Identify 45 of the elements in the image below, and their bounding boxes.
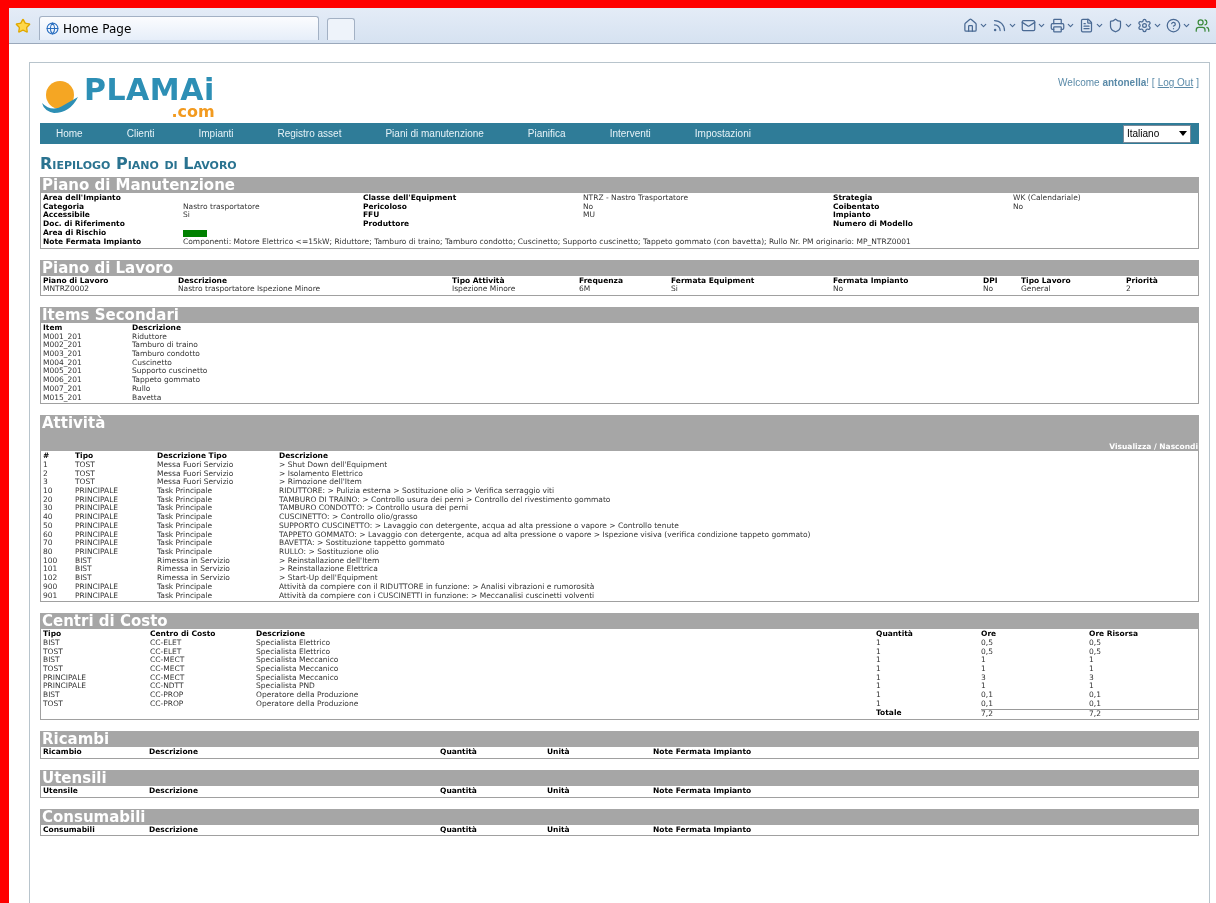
section-title: Ricambi bbox=[42, 731, 110, 748]
page-icon[interactable] bbox=[1079, 18, 1094, 33]
section-title: Utensili bbox=[42, 769, 107, 786]
section-title: Piano di Lavoro bbox=[42, 259, 174, 276]
nav-link[interactable]: Impianti bbox=[198, 128, 234, 139]
section-title: Centri di Costo bbox=[42, 613, 168, 630]
caret-icon bbox=[1179, 131, 1187, 136]
caret-icon bbox=[1124, 21, 1133, 30]
nav-link[interactable]: Pianifica bbox=[527, 128, 566, 139]
logout-link[interactable]: Log Out bbox=[1157, 77, 1194, 88]
star-icon[interactable] bbox=[15, 17, 31, 34]
nav-link[interactable]: Piani di manutenzione bbox=[385, 128, 484, 139]
welcome-text: Welcome antonella! [ bbox=[1058, 77, 1155, 88]
logo-name: PLAMAi bbox=[84, 75, 215, 105]
caret-icon bbox=[1182, 21, 1191, 30]
caret-icon bbox=[1095, 21, 1104, 30]
globe-icon bbox=[46, 22, 59, 35]
logo-icon bbox=[40, 79, 80, 115]
nav-link[interactable]: Home bbox=[56, 128, 83, 139]
rss-icon[interactable] bbox=[992, 18, 1007, 33]
caret-icon bbox=[1037, 21, 1046, 30]
caret-icon bbox=[1008, 21, 1017, 30]
browser-tab[interactable]: Home Page bbox=[39, 16, 319, 40]
section-title: Consumabili bbox=[42, 808, 146, 825]
logo-suffix: .com bbox=[170, 105, 215, 119]
nav-link[interactable]: Registro asset bbox=[277, 128, 342, 139]
printer-icon[interactable] bbox=[1050, 18, 1065, 33]
language-select[interactable]: Italiano bbox=[1123, 124, 1191, 143]
nav-link[interactable]: Clienti bbox=[126, 128, 155, 139]
caret-icon bbox=[1153, 21, 1162, 30]
mail-icon[interactable] bbox=[1021, 18, 1036, 33]
section-title: Items Secondari bbox=[42, 306, 179, 323]
nav-link[interactable]: Impostazioni bbox=[694, 128, 751, 139]
shield-icon[interactable] bbox=[1108, 18, 1123, 33]
help-icon[interactable] bbox=[1166, 18, 1181, 33]
home-icon[interactable] bbox=[963, 18, 978, 33]
users-icon[interactable] bbox=[1195, 18, 1210, 33]
nav-link[interactable]: Interventi bbox=[609, 128, 651, 139]
section-title: Attività bbox=[42, 415, 106, 432]
bracket-text: ] bbox=[1196, 77, 1199, 88]
section-title: Piano di Manutenzione bbox=[42, 177, 236, 193]
page-title: Riepilogo Piano di Lavoro bbox=[40, 154, 238, 173]
settings-icon[interactable] bbox=[1137, 18, 1152, 33]
caret-icon bbox=[1066, 21, 1075, 30]
caret-icon bbox=[979, 21, 988, 30]
